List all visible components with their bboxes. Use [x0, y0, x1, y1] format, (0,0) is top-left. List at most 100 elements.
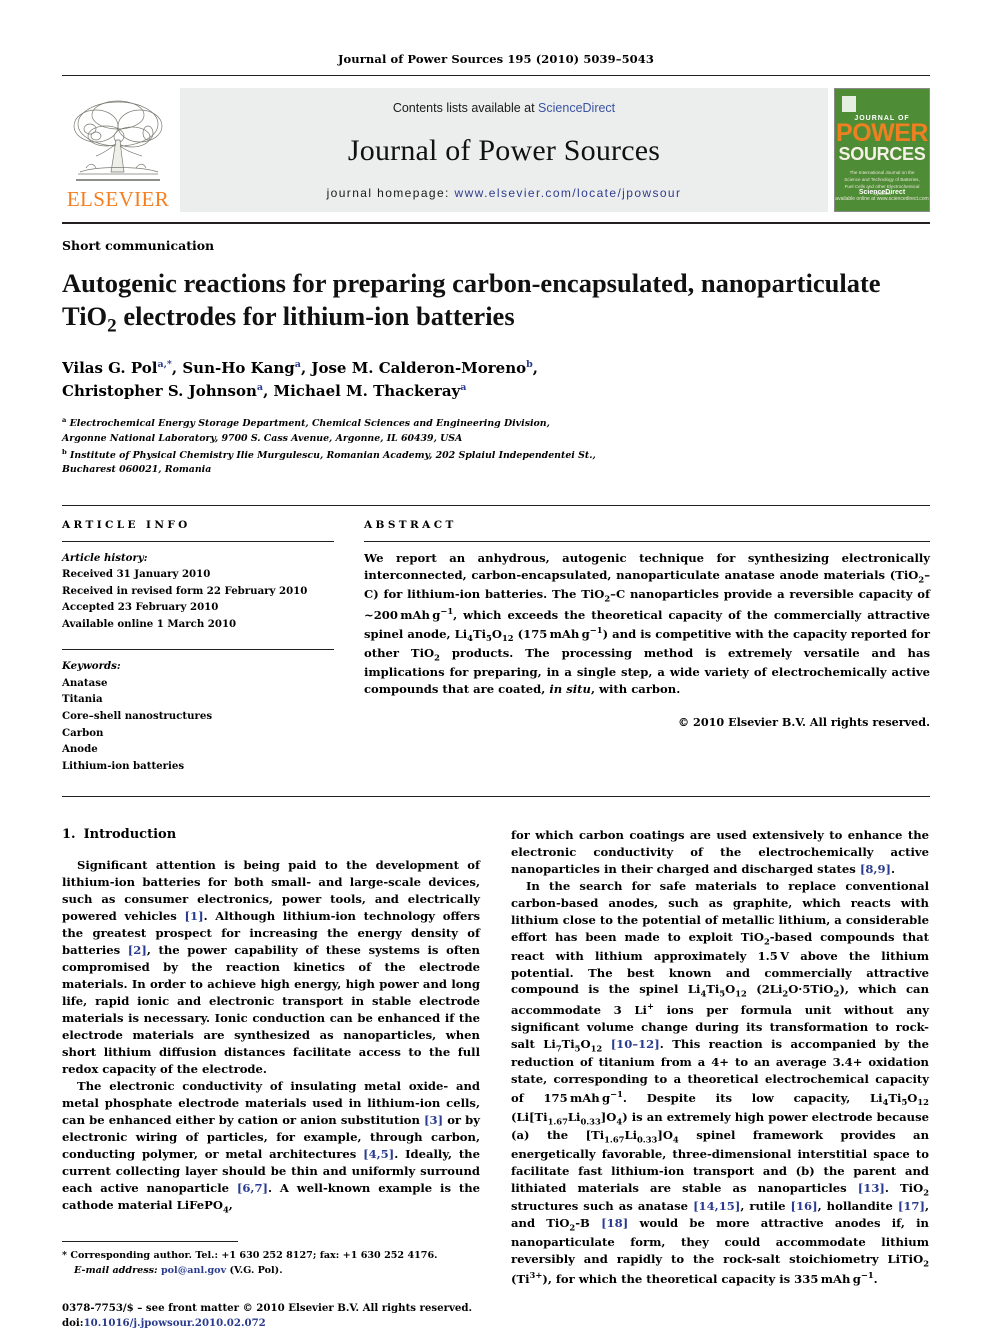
imprint-front-matter: 0378-7753/$ – see front matter © 2010 El… [62, 1302, 473, 1315]
section-heading-introduction: 1. Introduction [62, 827, 480, 842]
citation-ref[interactable]: [16] [791, 1199, 818, 1213]
info-bottom-rule [62, 796, 930, 798]
abstract-heading: ABSTRACT [364, 518, 457, 531]
elsevier-logo: ELSEVIER [62, 88, 174, 212]
keywords-block: Keywords: Anatase Titania Core–shell nan… [62, 649, 334, 774]
affiliation-marker-b: b [62, 447, 67, 456]
keyword-item: Core–shell nanostructures [62, 710, 213, 722]
keywords-body: Keywords: Anatase Titania Core–shell nan… [62, 658, 334, 774]
body-columns: 1. Introduction Significant attention is … [62, 827, 930, 1332]
doi-link[interactable]: 10.1016/j.jpowsour.2010.02.072 [84, 1317, 266, 1329]
citation-ref[interactable]: [10–12] [611, 1037, 660, 1051]
abstract-copyright: © 2010 Elsevier B.V. All rights reserved… [677, 714, 930, 729]
footnote-email-label: E-mail address: [74, 1265, 158, 1277]
author-affil-marker: a [294, 358, 301, 370]
running-head-rule [62, 75, 930, 76]
cover-elsevier-mark-icon [842, 96, 856, 112]
running-head: Journal of Power Sources 195 (2010) 5039… [338, 52, 654, 66]
citation-ref[interactable]: [6,7] [237, 1181, 268, 1195]
article-title: Autogenic reactions for preparing carbon… [62, 267, 892, 338]
citation-ref[interactable]: [14,15] [693, 1199, 740, 1213]
abstract-column: ABSTRACT We report an anhydrous, autogen… [334, 519, 930, 774]
journal-cover-thumbnail: JOURNAL OF POWER SOURCES The Internation… [834, 88, 930, 212]
article-history-label: Article history: [62, 551, 148, 564]
info-abstract-wrapper: ARTICLE INFO Article history: Received 3… [62, 506, 930, 774]
citation-ref[interactable]: [2] [128, 943, 147, 957]
cover-power-word: POWER [836, 119, 928, 147]
footnote-rule [62, 1241, 238, 1243]
contents-prefix: Contents lists available at [392, 101, 539, 115]
masthead-center-panel: Contents lists available at ScienceDirec… [180, 88, 828, 212]
citation-ref[interactable]: [4,5] [363, 1147, 394, 1161]
affiliation-a: a Electrochemical Energy Storage Departm… [62, 415, 930, 446]
author-affil-marker: a [460, 382, 467, 394]
footnote-email-owner: (V.G. Pol). [229, 1265, 283, 1277]
elsevier-wordmark: ELSEVIER [66, 187, 170, 211]
author-affil-marker: b [526, 358, 533, 370]
footnote-email-link[interactable]: pol@anl.gov [161, 1265, 226, 1276]
author-list: Vilas G. Pola,*, Sun-Ho Kanga, Jose M. C… [62, 358, 539, 401]
section-title: Introduction [83, 827, 177, 843]
citation-ref[interactable]: [13] [858, 1181, 885, 1195]
keyword-item: Anode [62, 743, 98, 756]
paragraph: for which carbon coatings are used exten… [511, 828, 929, 877]
contents-available-line: Contents lists available at ScienceDirec… [393, 101, 615, 115]
footnote-marker: * [62, 1250, 68, 1262]
article-info-column: ARTICLE INFO Article history: Received 3… [62, 519, 334, 774]
homepage-prefix: journal homepage: [326, 186, 450, 200]
affiliation-b-line1: Institute of Physical Chemistry Ilie Mur… [70, 449, 596, 461]
keyword-item: Carbon [62, 726, 104, 739]
elsevier-tree-icon [66, 96, 170, 188]
corresponding-author-footnote: * Corresponding author. Tel.: +1 630 252… [62, 1249, 480, 1279]
homepage-url-link[interactable]: www.elsevier.com/locate/jpowsour [455, 186, 682, 200]
keyword-item: Anatase [62, 676, 108, 689]
journal-title: Journal of Power Sources [347, 133, 661, 167]
history-item: Received in revised form 22 February 201… [62, 584, 308, 597]
article-history-block: Article history: Received 31 January 201… [62, 550, 334, 633]
citation-ref[interactable]: [1] [185, 909, 204, 923]
affiliation-marker-a: a [62, 416, 67, 425]
paper-page: Journal of Power Sources 195 (2010) 5039… [0, 0, 992, 1329]
journal-masthead: ELSEVIER Contents lists available at Sci… [62, 88, 930, 212]
article-title-subscript: 2 [107, 315, 117, 337]
author-affil-marker: a,* [157, 358, 172, 370]
affiliation-a-line2: Argonne National Laboratory, 9700 S. Cas… [62, 433, 463, 445]
masthead-rule [62, 222, 930, 224]
history-item: Available online 1 March 2010 [62, 617, 237, 630]
citation-ref[interactable]: [18] [601, 1216, 628, 1230]
cover-sciencedirect-label: ScienceDirect [858, 189, 906, 196]
article-category: Short communication [62, 238, 215, 253]
imprint-doi-line: doi:10.1016/j.jpowsour.2010.02.072 [62, 1316, 480, 1331]
affiliations: a Electrochemical Energy Storage Departm… [62, 415, 930, 478]
citation-ref[interactable]: [8,9] [860, 862, 891, 876]
cover-sciencedirect-mark: ScienceDirect available online at www.sc… [835, 189, 929, 202]
keywords-rule [62, 649, 334, 651]
keyword-item: Titania [62, 693, 103, 706]
history-item: Accepted 23 February 2010 [62, 601, 219, 614]
footnote-corresponding-text: Corresponding author. Tel.: +1 630 252 8… [70, 1250, 438, 1262]
cover-sources-word: SOURCES [838, 144, 926, 164]
cover-available-online: available online at www.sciencedirect.co… [835, 196, 929, 202]
keyword-item: Lithium-ion batteries [62, 759, 185, 772]
article-info-rule [62, 540, 334, 542]
imprint-block: 0378-7753/$ – see front matter © 2010 El… [62, 1301, 480, 1332]
affiliation-b-line2: Bucharest 060021, Romania [62, 464, 212, 476]
abstract-rule [364, 540, 930, 542]
article-head: Short communication Autogenic reactions … [62, 238, 930, 478]
citation-ref[interactable]: [17] [898, 1199, 925, 1213]
author-affil-marker: a [256, 382, 264, 394]
history-item: Received 31 January 2010 [62, 568, 211, 581]
section-number: 1. [62, 827, 76, 843]
article-info-heading: ARTICLE INFO [62, 518, 191, 531]
affiliation-a-line1: Electrochemical Energy Storage Departmen… [69, 418, 550, 430]
paragraph: The electronic conductivity of insulatin… [62, 1078, 480, 1215]
paragraph: In the search for safe materials to repl… [511, 879, 930, 1287]
sciencedirect-link[interactable]: ScienceDirect [538, 101, 615, 115]
affiliation-b: b Institute of Physical Chemistry Ilie M… [62, 447, 930, 478]
citation-ref[interactable]: [3] [424, 1113, 443, 1127]
doi-label: doi: [62, 1317, 84, 1330]
abstract-text: We report an anhydrous, autogenic techni… [364, 550, 931, 697]
body-column-left: 1. Introduction Significant attention is … [62, 827, 480, 1332]
keywords-label: Keywords: [62, 660, 121, 673]
body-column-right: for which carbon coatings are used exten… [511, 827, 929, 1332]
